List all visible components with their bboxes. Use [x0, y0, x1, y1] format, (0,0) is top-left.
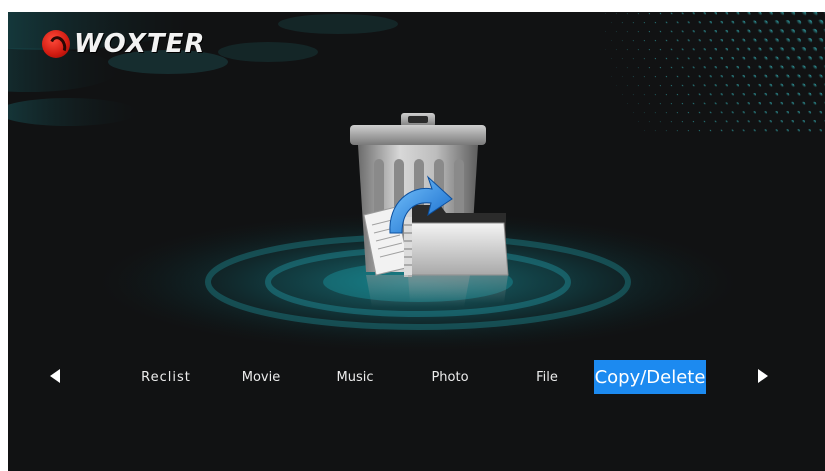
menu-item-label: Movie	[241, 369, 281, 385]
menu-item-movie[interactable]: Movie	[236, 360, 286, 394]
woxter-logo: WOXTER	[42, 28, 205, 60]
menu-item-label: Music	[336, 369, 374, 385]
screen: WOXTER Reclist Movie Music Photo File Co…	[0, 0, 825, 471]
menu-bar: Reclist Movie Music Photo File Copy/Dele…	[8, 360, 825, 394]
arrow-left-icon[interactable]	[50, 369, 60, 383]
menu-item-label: Reclist	[141, 369, 191, 385]
menu-item-reclist[interactable]: Reclist	[136, 360, 196, 394]
logo-text: WOXTER	[74, 29, 206, 59]
menu-item-label: Photo	[431, 369, 469, 385]
woxter-logo-icon	[42, 30, 70, 58]
menu-item-copy-delete[interactable]: Copy/Delete	[594, 360, 706, 394]
menu-item-photo[interactable]: Photo	[424, 360, 476, 394]
copy-delete-icon	[350, 113, 509, 307]
menu-item-label: Copy/Delete	[594, 366, 706, 388]
menu-item-label: File	[536, 369, 558, 385]
tv-menu-screen: WOXTER Reclist Movie Music Photo File Co…	[8, 12, 825, 471]
menu-item-file[interactable]: File	[528, 360, 566, 394]
menu-item-music[interactable]: Music	[330, 360, 380, 394]
arrow-right-icon[interactable]	[758, 369, 768, 383]
